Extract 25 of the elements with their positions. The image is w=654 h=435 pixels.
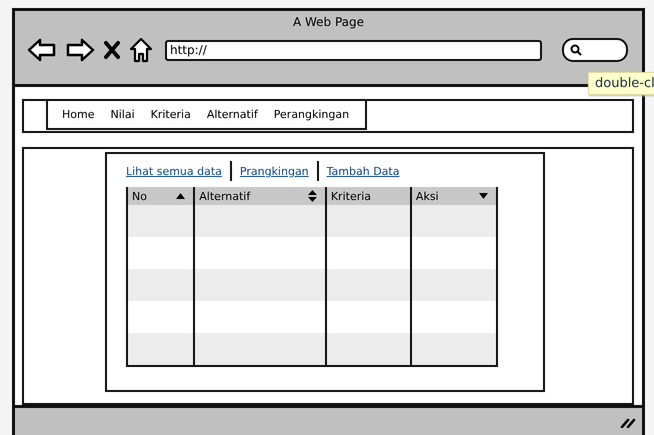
- tooltip: double-cl: [588, 72, 654, 95]
- column-header[interactable]: No: [128, 187, 194, 206]
- column-header[interactable]: Alternatif: [195, 187, 325, 206]
- table-cell: [128, 205, 194, 238]
- home-icon[interactable]: [129, 37, 153, 63]
- menu-item[interactable]: Nilai: [102, 108, 143, 122]
- forward-arrow-icon[interactable]: [65, 38, 95, 62]
- link[interactable]: Prangkingan: [240, 164, 309, 178]
- table-cell: [128, 269, 194, 302]
- menu-item[interactable]: Alternatif: [198, 108, 266, 122]
- back-arrow-icon[interactable]: [27, 38, 57, 62]
- menu-item[interactable]: Perangkingan: [266, 108, 358, 122]
- search-icon: [570, 44, 582, 56]
- link[interactable]: Tambah Data: [326, 164, 400, 178]
- search-field[interactable]: [562, 38, 628, 62]
- window-title: A Web Page: [292, 15, 366, 29]
- menu-item[interactable]: Kriteria: [142, 108, 199, 122]
- column-header[interactable]: Aksi: [412, 187, 496, 206]
- column-header[interactable]: Kriteria: [326, 187, 410, 206]
- close-icon[interactable]: [103, 40, 121, 60]
- table-cell: [128, 333, 194, 366]
- menu-item[interactable]: Home: [54, 108, 102, 122]
- address-field[interactable]: http://: [165, 40, 542, 60]
- link[interactable]: Lihat semua data: [126, 164, 222, 178]
- resize-grip-icon[interactable]: [620, 416, 636, 428]
